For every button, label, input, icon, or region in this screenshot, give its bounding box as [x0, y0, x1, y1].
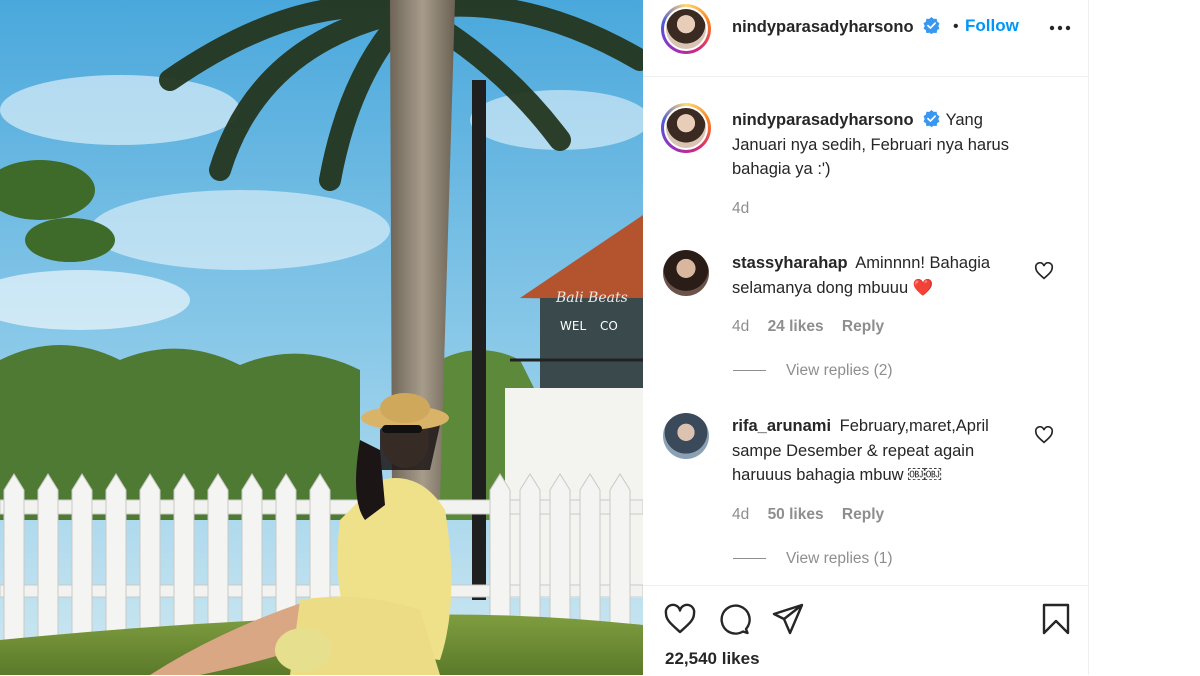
sign-text: CO — [600, 319, 618, 333]
caption-block: nindyparasadyharsono Yang Januari nya se… — [732, 108, 1032, 182]
view-replies-button[interactable]: View replies (1) — [733, 550, 893, 568]
caption-avatar[interactable] — [661, 103, 711, 153]
photo-illustration: Bali Beats WEL CO — [0, 0, 643, 675]
likes-count[interactable]: 22,540 likes — [665, 649, 760, 669]
comment-like-heart-icon[interactable] — [1034, 262, 1054, 280]
commenter-avatar[interactable] — [663, 413, 709, 459]
post-photo[interactable]: Bali Beats WEL CO — [0, 0, 643, 675]
replies-line — [733, 370, 766, 372]
sign-text: Bali Beats — [555, 290, 628, 306]
author-avatar[interactable] — [661, 4, 711, 54]
comment-block: rifa_arunami February,maret,April sampe … — [732, 414, 1032, 488]
share-icon[interactable] — [771, 602, 805, 636]
post-header: nindyparasadyharsono • Follow — [643, 0, 1088, 77]
sign-text: WEL — [560, 319, 586, 333]
follow-button[interactable]: Follow — [965, 16, 1019, 36]
comment-time[interactable]: 4d — [732, 506, 749, 523]
commenter-avatar[interactable] — [663, 250, 709, 296]
comment-meta: 4d 50 likes Reply — [732, 506, 884, 524]
reply-button[interactable]: Reply — [842, 318, 884, 335]
more-options-icon[interactable] — [1048, 18, 1072, 38]
comment-block: stassyharahap Aminnnn! Bahagia selamanya… — [732, 251, 1032, 300]
comment-likes[interactable]: 50 likes — [768, 506, 824, 523]
comment-likes[interactable]: 24 likes — [768, 318, 824, 335]
separator-dot: • — [953, 18, 959, 35]
replies-line — [733, 558, 766, 560]
verified-badge-icon — [923, 110, 940, 127]
caption-time[interactable]: 4d — [732, 200, 749, 218]
page-background — [1089, 0, 1200, 675]
verified-badge-icon — [923, 17, 940, 34]
comment-meta: 4d 24 likes Reply — [732, 318, 884, 336]
view-replies-label: View replies (2) — [786, 362, 893, 379]
view-replies-button[interactable]: View replies (2) — [733, 362, 893, 380]
comment-time[interactable]: 4d — [732, 318, 749, 335]
comment-username[interactable]: stassyharahap — [732, 254, 848, 272]
bookmark-icon[interactable] — [1039, 602, 1073, 636]
view-replies-label: View replies (1) — [786, 550, 893, 567]
reply-button[interactable]: Reply — [842, 506, 884, 523]
post-actions: 22,540 likes — [643, 585, 1088, 676]
comment-icon[interactable] — [717, 602, 751, 636]
comment-username[interactable]: rifa_arunami — [732, 417, 831, 435]
caption-username[interactable]: nindyparasadyharsono — [732, 111, 914, 129]
heart-icon[interactable] — [663, 602, 697, 636]
post-side-panel: nindyparasadyharsono • Follow nindyparas… — [643, 0, 1089, 675]
author-username[interactable]: nindyparasadyharsono — [732, 18, 914, 36]
comment-like-heart-icon[interactable] — [1034, 426, 1054, 444]
